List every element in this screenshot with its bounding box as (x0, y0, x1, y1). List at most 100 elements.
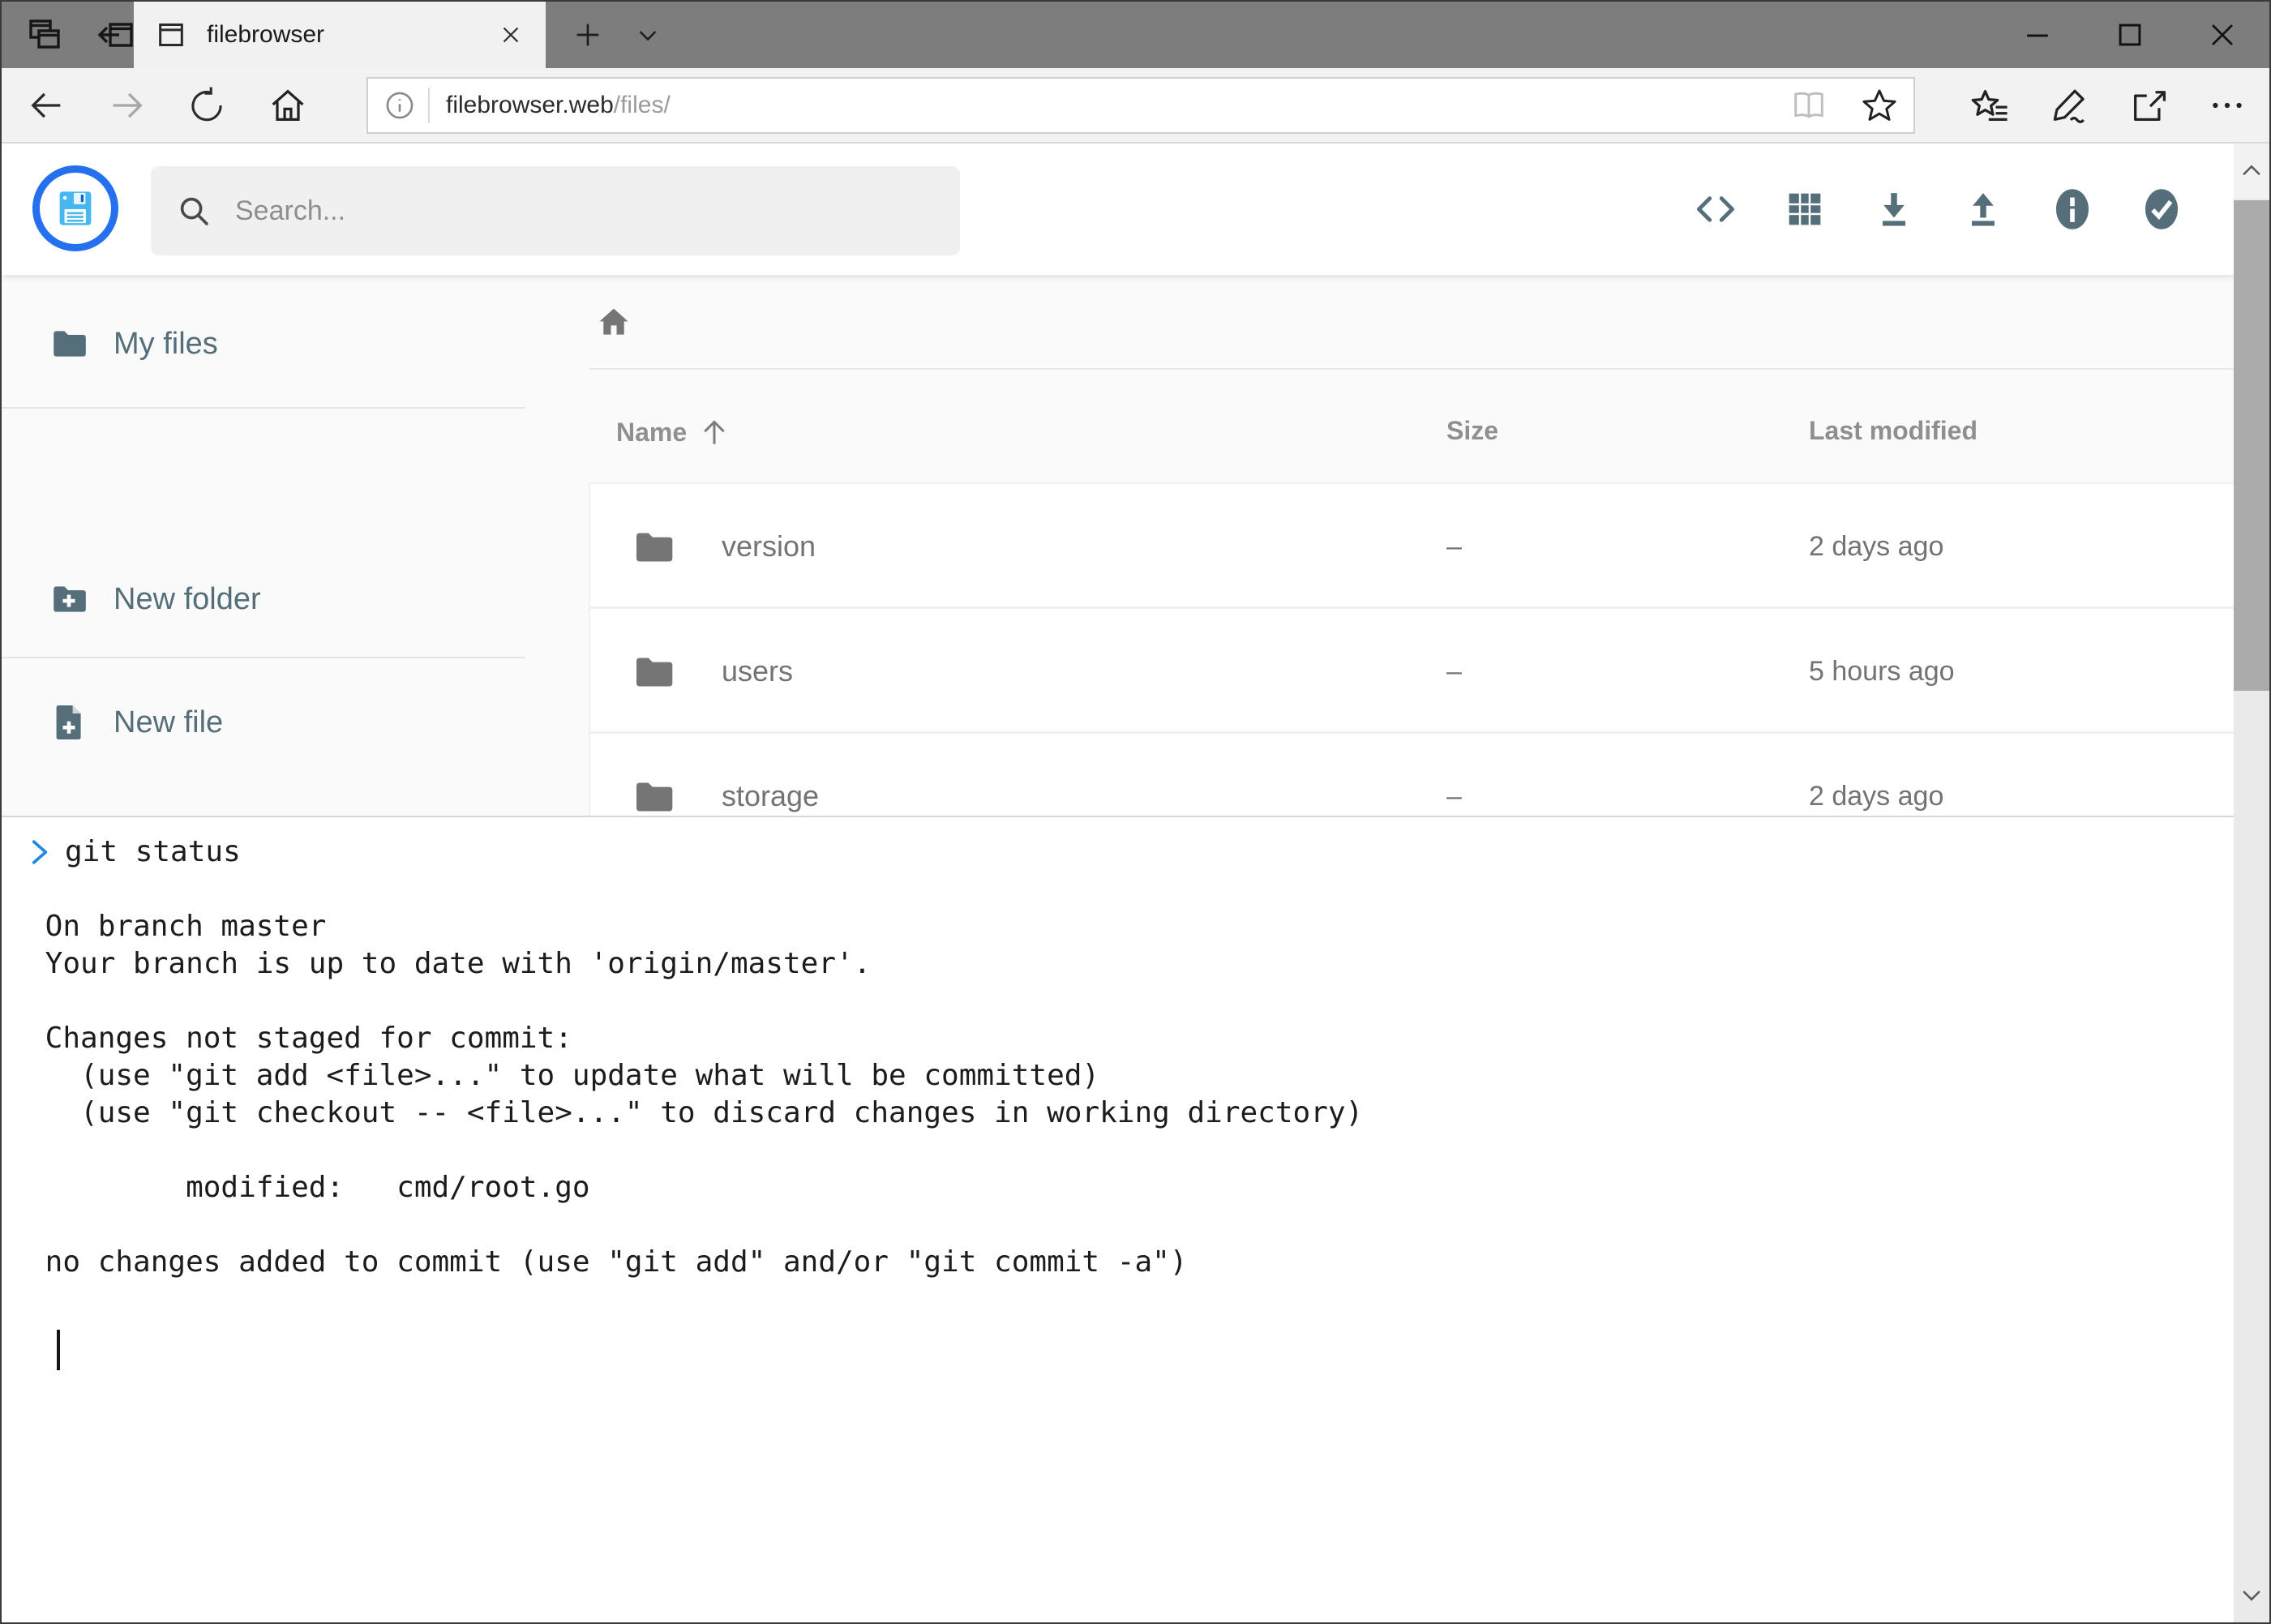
search-icon (175, 192, 212, 229)
web-notes-button[interactable] (2033, 68, 2106, 142)
terminal-cursor (57, 1330, 60, 1370)
url-text: filebrowser.web/files/ (446, 92, 671, 119)
upload-icon[interactable] (1960, 181, 2007, 238)
sidebar-label: New file (114, 705, 223, 740)
minimize-icon (2020, 17, 2055, 53)
page-content: My files New folder (2, 144, 2234, 1622)
address-bar[interactable]: filebrowser.web/files/ (366, 77, 1915, 134)
folder-icon (49, 324, 89, 364)
file-size: – (1446, 531, 1462, 563)
browser-tab[interactable]: filebrowser (134, 2, 546, 68)
nav-home-button[interactable] (251, 68, 324, 142)
terminal-command-line: git status (28, 833, 2234, 871)
close-icon (2205, 17, 2240, 53)
file-modified: 2 days ago (1809, 531, 1943, 563)
vertical-scrollbar[interactable] (2234, 144, 2269, 1622)
sidebar-divider (2, 407, 525, 409)
floppy-disk-icon (50, 183, 101, 234)
browser-window: filebrowser (0, 0, 2271, 1624)
hub-icon (1969, 84, 2012, 126)
forward-button[interactable] (91, 68, 164, 142)
column-name-label: Name (616, 418, 687, 448)
sidebar-label: My files (114, 327, 218, 362)
page-icon (155, 19, 187, 51)
more-options-button[interactable] (2191, 68, 2264, 142)
sort-ascending-icon (698, 416, 731, 448)
set-tabs-aside-icon (96, 15, 135, 54)
tab-menu-icon (632, 19, 663, 50)
file-row-version[interactable]: version – 2 days ago (590, 484, 2234, 609)
tab-preview-toggle[interactable] (619, 2, 676, 68)
sidebar-item-new-folder[interactable]: New folder (2, 559, 525, 640)
address-divider (428, 88, 430, 123)
scroll-down-button[interactable] (2234, 1567, 2269, 1622)
file-size: – (1446, 656, 1462, 688)
info-filled-icon[interactable] (2049, 181, 2096, 238)
hub-favorites-button[interactable] (1954, 68, 2027, 142)
back-icon (25, 84, 67, 126)
terminal-command: git status (65, 833, 241, 871)
url-path: /files/ (614, 92, 671, 118)
sidebar-item-new-file[interactable]: New file (2, 682, 525, 763)
header-actions (1692, 144, 2185, 275)
new-tab-button[interactable] (559, 2, 616, 68)
breadcrumb-home[interactable] (593, 301, 634, 341)
refresh-icon (186, 85, 227, 126)
navigation-bar: filebrowser.web/files/ (2, 68, 2269, 144)
back-button[interactable] (10, 68, 83, 142)
url-host: filebrowser.web (446, 92, 614, 118)
window-close-button[interactable] (2176, 2, 2269, 68)
more-icon (2207, 85, 2247, 126)
file-name: storage (722, 779, 819, 813)
column-name[interactable]: Name (616, 416, 731, 448)
maximize-icon (2112, 17, 2148, 53)
prompt-chevron-icon (28, 834, 52, 870)
new-tab-icon (572, 19, 604, 51)
tabs-preview-button[interactable] (11, 2, 78, 68)
folder-icon (631, 649, 676, 695)
folder-icon (631, 774, 676, 820)
reading-view-icon (1790, 87, 1828, 124)
home-icon (267, 84, 309, 126)
forward-icon (106, 84, 148, 126)
code-icon[interactable] (1692, 181, 1739, 238)
favorite-star-icon[interactable] (1860, 86, 1899, 125)
share-icon (2128, 84, 2170, 126)
column-modified[interactable]: Last modified (1809, 416, 1977, 446)
file-size: – (1446, 781, 1462, 812)
filebrowser-logo[interactable] (32, 165, 118, 251)
grid-view-icon[interactable] (1781, 181, 1828, 238)
tabs-preview-icon (25, 15, 64, 54)
new-file-icon (49, 702, 89, 743)
check-circle-icon[interactable] (2138, 181, 2185, 238)
listing-column-header: Name Size Last modified (589, 413, 2234, 458)
file-listing: version – 2 days ago users – 5 hours ago (589, 482, 2234, 859)
tab-close-button[interactable] (497, 21, 525, 49)
file-modified: 2 days ago (1809, 781, 1943, 812)
minimize-button[interactable] (1991, 2, 2084, 68)
scroll-up-button[interactable] (2234, 144, 2269, 199)
search-box[interactable] (151, 166, 960, 255)
maximize-button[interactable] (2084, 2, 2176, 68)
scroll-up-icon (2238, 157, 2265, 185)
scroll-down-icon (2238, 1581, 2265, 1609)
terminal-panel[interactable]: git status On branch master Your branch … (2, 816, 2234, 1622)
sidebar-item-my-files[interactable]: My files (2, 303, 525, 384)
tab-title: filebrowser (207, 21, 497, 49)
share-button[interactable] (2113, 68, 2186, 142)
terminal-output: On branch master Your branch is up to da… (28, 871, 2234, 1281)
file-modified: 5 hours ago (1809, 656, 1955, 688)
breadcrumb-home-icon (593, 301, 634, 341)
info-icon[interactable] (383, 88, 417, 122)
file-name: users (722, 654, 793, 688)
file-row-users[interactable]: users – 5 hours ago (590, 609, 2234, 734)
refresh-button[interactable] (170, 68, 243, 142)
folder-icon (631, 525, 676, 570)
search-input[interactable] (234, 195, 882, 228)
sidebar-divider (2, 657, 525, 658)
download-icon[interactable] (1870, 181, 1917, 238)
filebrowser-header (2, 144, 2234, 275)
new-folder-icon (49, 579, 89, 619)
scrollbar-thumb[interactable] (2234, 200, 2269, 691)
column-size[interactable]: Size (1446, 416, 1498, 446)
